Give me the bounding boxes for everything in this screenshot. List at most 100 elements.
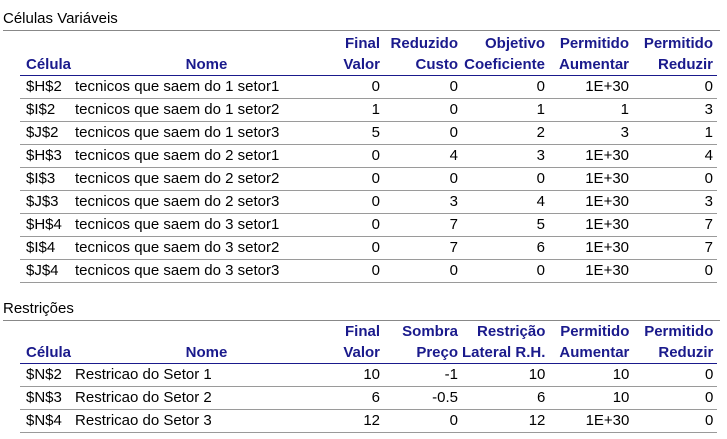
cell-col5: 10 xyxy=(462,363,550,387)
cell-allowed-increase: 1E+30 xyxy=(549,236,634,260)
cell-final-value: 0 xyxy=(338,144,385,168)
cell-col4: 0 xyxy=(384,98,463,122)
column-header-col4: Sombra xyxy=(402,323,459,340)
cell-final-value: 6 xyxy=(338,386,385,410)
cell-cell: $N$2 xyxy=(20,363,72,387)
cell-col4: 0 xyxy=(384,121,463,145)
table-row: $I$3 tecnicos que saem do 2 setor2 0 0 0 1E+3… xyxy=(20,167,718,191)
column-header-final-value: Valor xyxy=(338,342,385,364)
column-header-allowed-decrease: Reduzir xyxy=(633,342,718,364)
cell-name: tecnicos que saem do 1 setor3 xyxy=(71,121,339,145)
column-header-final-value: Final xyxy=(345,323,381,340)
table-header-row-bottom: Célula Nome Valor Custo Coeficiente Aumentar R… xyxy=(20,54,718,76)
column-header-col5: Coeficiente xyxy=(462,54,550,76)
cell-allowed-increase: 1E+30 xyxy=(549,167,634,191)
cell-col4: 0 xyxy=(384,259,463,283)
column-header-cell xyxy=(20,321,71,342)
table-row: $N$4 Restricao do Setor 3 12 0 12 1E+30 0 xyxy=(20,409,718,433)
column-header-col4: Custo xyxy=(384,54,463,76)
cell-col4: 7 xyxy=(384,236,463,260)
cell-cell: $H$4 xyxy=(20,213,72,237)
cell-allowed-increase: 1E+30 xyxy=(549,144,634,168)
cell-name: tecnicos que saem do 3 setor2 xyxy=(71,236,339,260)
cell-final-value: 12 xyxy=(338,409,385,433)
table-row: $J$4 tecnicos que saem do 3 setor3 0 0 0 1E+3… xyxy=(20,259,718,283)
cell-col4: 0 xyxy=(384,167,463,191)
cell-col5: 5 xyxy=(462,213,550,237)
cell-allowed-decrease: 0 xyxy=(633,75,718,99)
column-header-final-value: Final xyxy=(345,35,381,52)
table-row: $H$3 tecnicos que saem do 2 setor1 0 4 3 1E+3… xyxy=(20,144,718,168)
cell-col4: 3 xyxy=(384,190,463,214)
cell-col5: 1 xyxy=(462,98,550,122)
table-row: $N$2 Restricao do Setor 1 10 -1 10 10 0 xyxy=(20,363,718,387)
cell-allowed-decrease: 1 xyxy=(633,121,718,145)
table-row: $I$4 tecnicos que saem do 3 setor2 0 7 6 1E+3… xyxy=(20,236,718,260)
cell-name: tecnicos que saem do 2 setor2 xyxy=(71,167,339,191)
cell-cell: $J$3 xyxy=(20,190,72,214)
column-header-col5: Objetivo xyxy=(485,35,546,52)
column-header-allowed-decrease: Permitido xyxy=(644,323,714,340)
cell-allowed-increase: 10 xyxy=(549,363,634,387)
cell-allowed-decrease: 3 xyxy=(633,98,718,122)
cell-allowed-decrease: 0 xyxy=(633,363,718,387)
cell-allowed-decrease: 4 xyxy=(633,144,718,168)
column-header-allowed-increase: Permitido xyxy=(559,35,630,52)
cell-cell: $N$3 xyxy=(20,386,72,410)
cell-col5: 2 xyxy=(462,121,550,145)
cell-allowed-decrease: 7 xyxy=(633,213,718,237)
constraints-table: Final Sombra Restrição Permitido Permitido C… xyxy=(20,321,718,433)
cell-col4: 4 xyxy=(384,144,463,168)
cell-col5: 0 xyxy=(462,259,550,283)
cell-final-value: 0 xyxy=(338,236,385,260)
table-row: $J$3 tecnicos que saem do 2 setor3 0 3 4 1E+3… xyxy=(20,190,718,214)
cell-allowed-decrease: 0 xyxy=(633,167,718,191)
cell-name: tecnicos que saem do 2 setor1 xyxy=(71,144,339,168)
column-header-allowed-increase: Permitido xyxy=(560,323,630,340)
cell-cell: $I$4 xyxy=(20,236,72,260)
cell-allowed-decrease: 7 xyxy=(633,236,718,260)
variable-cells-rule xyxy=(3,30,720,31)
constraints-body: $N$2 Restricao do Setor 1 10 -1 10 10 0 $N$3 Res… xyxy=(20,363,718,433)
cell-col5: 0 xyxy=(462,75,550,99)
variable-cells-table: Final Reduzido Objetivo Permitido Permitido … xyxy=(20,33,718,283)
cell-final-value: 0 xyxy=(338,190,385,214)
cell-allowed-decrease: 3 xyxy=(633,190,718,214)
column-header-col5: Lateral R.H. xyxy=(462,342,550,364)
column-header-allowed-increase: Aumentar xyxy=(549,342,634,364)
cell-col5: 4 xyxy=(462,190,550,214)
cell-name: tecnicos que saem do 2 setor3 xyxy=(71,190,339,214)
cell-final-value: 0 xyxy=(338,75,385,99)
cell-name: Restricao do Setor 1 xyxy=(71,363,339,387)
cell-final-value: 0 xyxy=(338,213,385,237)
cell-cell: $H$2 xyxy=(20,75,72,99)
cell-col4: 0 xyxy=(384,75,463,99)
cell-col5: 12 xyxy=(462,409,550,433)
cell-allowed-decrease: 0 xyxy=(633,259,718,283)
cell-allowed-increase: 10 xyxy=(549,386,634,410)
table-row: $J$2 tecnicos que saem do 1 setor3 5 0 2 3 1 xyxy=(20,121,718,145)
column-header-name: Nome xyxy=(71,342,339,364)
cell-cell: $J$4 xyxy=(20,259,72,283)
cell-name: tecnicos que saem do 3 setor3 xyxy=(71,259,339,283)
cell-final-value: 1 xyxy=(338,98,385,122)
cell-allowed-increase: 1E+30 xyxy=(549,190,634,214)
cell-name: tecnicos que saem do 3 setor1 xyxy=(71,213,339,237)
column-header-cell: Célula xyxy=(20,54,72,76)
variable-cells-body: $H$2 tecnicos que saem do 1 setor1 0 0 0 1E+3… xyxy=(20,75,718,283)
constraints-title: Restrições xyxy=(3,300,74,317)
cell-final-value: 5 xyxy=(338,121,385,145)
column-header-allowed-decrease: Permitido xyxy=(643,35,714,52)
cell-name: Restricao do Setor 3 xyxy=(71,409,339,433)
cell-col5: 6 xyxy=(462,386,550,410)
cell-final-value: 0 xyxy=(338,167,385,191)
cell-allowed-increase: 1E+30 xyxy=(549,409,634,433)
cell-allowed-increase: 1E+30 xyxy=(549,213,634,237)
cell-final-value: 0 xyxy=(338,259,385,283)
table-header-row-top: Final Sombra Restrição Permitido Permitido xyxy=(20,321,717,342)
table-header-row-top: Final Reduzido Objetivo Permitido Permitido xyxy=(20,33,717,54)
cell-col4: 7 xyxy=(384,213,463,237)
cell-allowed-increase: 1E+30 xyxy=(549,75,634,99)
variable-cells-title: Células Variáveis xyxy=(3,10,118,27)
column-header-allowed-decrease: Reduzir xyxy=(633,54,718,76)
